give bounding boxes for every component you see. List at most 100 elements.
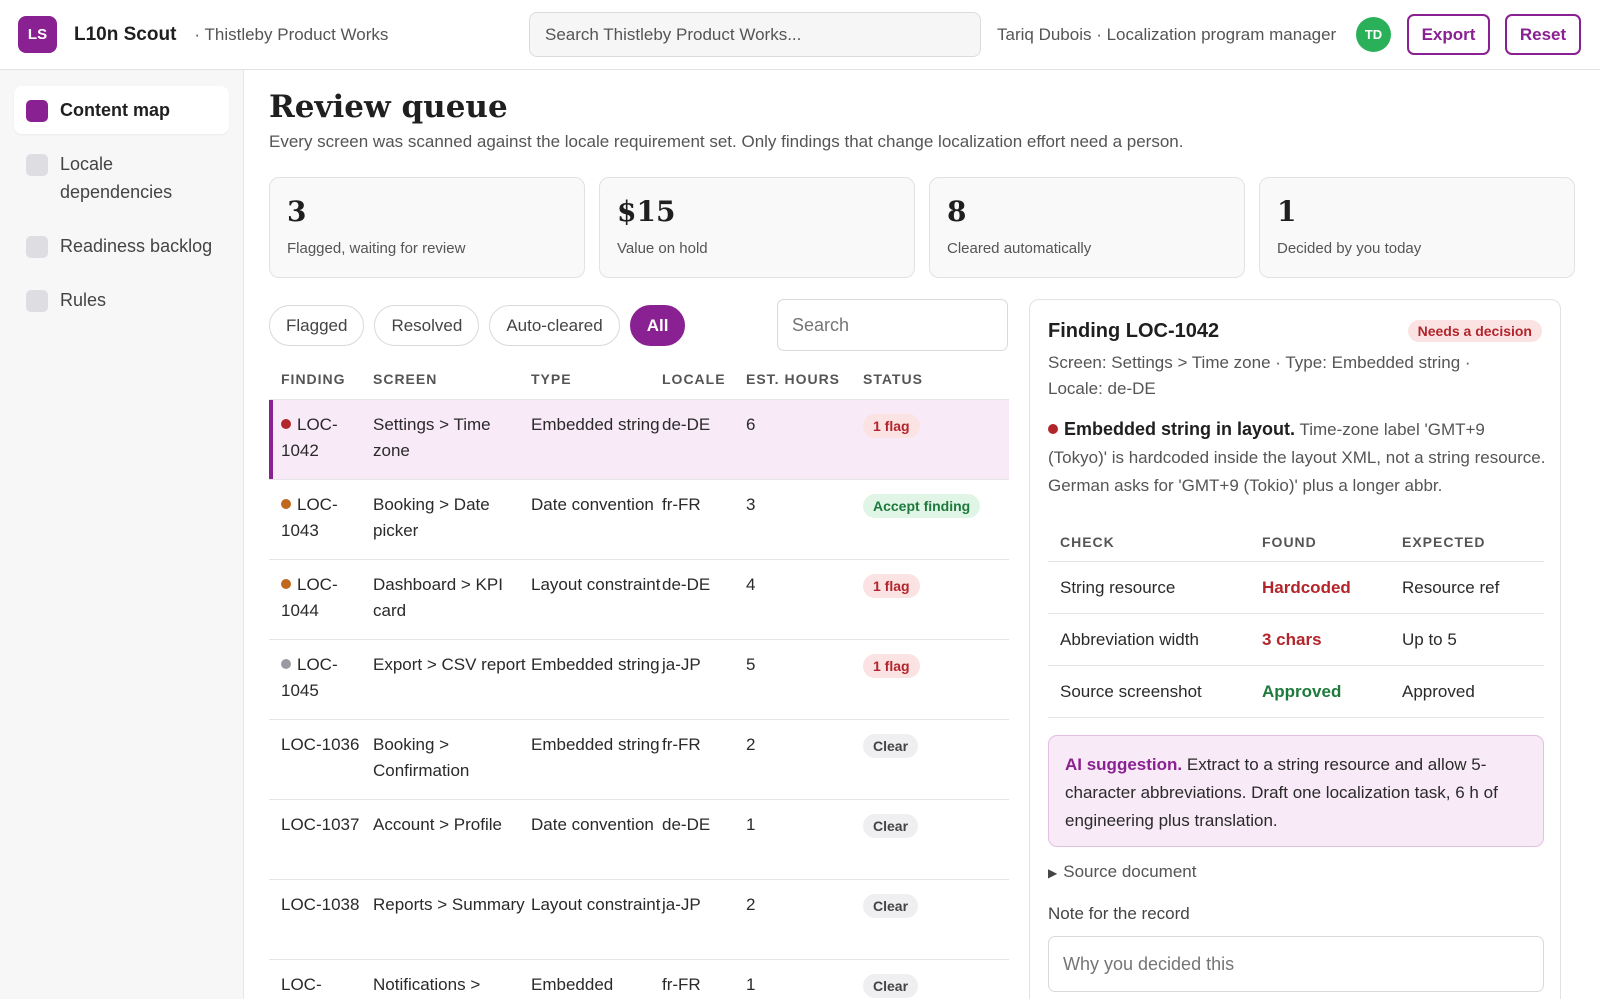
header-est-hours[interactable]: EST. HOURS: [746, 371, 863, 387]
disclosure-triangle-icon: ▶: [1048, 866, 1058, 880]
table-body: LOC-1042 Settings > Time zone Embedded str…: [269, 400, 1009, 999]
check-row: Source screenshot Approved Approved: [1048, 666, 1544, 718]
sidebar-item-label: Readiness backlog: [60, 236, 213, 256]
page-subtitle: Every screen was scanned against the loc…: [269, 132, 1184, 151]
detail-title: Finding LOC-1042: [1048, 320, 1220, 342]
sidebar-item-label: Locale dependencies: [60, 154, 173, 202]
cell-locale: ja-JP: [662, 895, 701, 914]
sidebar-item-content-map[interactable]: Content map: [14, 86, 229, 134]
table-row[interactable]: LOC-1036 Booking > Confirmation Embedded s…: [269, 720, 1009, 800]
global-search-input[interactable]: [529, 12, 981, 57]
table-search-input[interactable]: [777, 299, 1008, 351]
status-badge: Clear: [863, 894, 919, 918]
table-row[interactable]: LOC-1044 Dashboard > KPI card Layout const…: [269, 560, 1009, 640]
table-row[interactable]: LOC- Notifications > Embedded fr-FR 1 Clear: [269, 960, 1009, 999]
table-row[interactable]: LOC-1037 Account > Profile Date convention…: [269, 800, 1009, 880]
cell-est-hours: 2: [746, 735, 756, 754]
table-row[interactable]: LOC-1045 Export > CSV report Embedded stri…: [269, 640, 1009, 720]
cell-est-hours: 5: [746, 655, 756, 674]
cell-type: Embedded string: [531, 655, 660, 674]
avatar[interactable]: TD: [1356, 17, 1391, 52]
status-badge: Accept finding: [863, 494, 981, 518]
cell-finding: LOC-1045: [269, 640, 373, 719]
header-status[interactable]: STATUS: [863, 371, 1009, 387]
cell-screen: Booking > Confirmation: [373, 735, 470, 780]
note-label: Note for the record: [1048, 904, 1190, 923]
header-screen[interactable]: SCREEN: [373, 371, 531, 387]
finding-id: LOC-: [281, 975, 322, 994]
note-input[interactable]: [1048, 936, 1544, 992]
sidebar-item-label: Rules: [60, 290, 107, 310]
stat-label: Flagged, waiting for review: [287, 240, 466, 257]
header-type[interactable]: TYPE: [531, 371, 662, 387]
stat-card-cleared: 8 Cleared automatically: [929, 177, 1245, 278]
cell-type: Embedded: [531, 975, 614, 994]
source-document-toggle[interactable]: ▶ Source document: [1048, 862, 1196, 882]
header-expected: EXPECTED: [1402, 533, 1486, 550]
cell-est-hours: 6: [746, 415, 756, 434]
cell-locale: de-DE: [662, 575, 711, 594]
stat-value: 3: [287, 195, 307, 228]
status-badge: Clear: [863, 814, 919, 838]
stat-label: Value on hold: [617, 240, 708, 257]
sidebar-item-label: Content map: [60, 100, 170, 120]
cell-est-hours: 3: [746, 495, 756, 514]
rules-icon: [26, 290, 48, 312]
finding-id: LOC-1038: [281, 895, 360, 914]
cell-type: Date convention: [531, 495, 654, 514]
table-row[interactable]: LOC-1043 Booking > Date picker Date conven…: [269, 480, 1009, 560]
cell-type: Embedded string: [531, 415, 660, 434]
cell-locale: fr-FR: [662, 975, 701, 994]
export-button[interactable]: Export: [1407, 14, 1490, 55]
user-info: Tariq Dubois · Localization program mana…: [997, 25, 1337, 44]
cell-locale: fr-FR: [662, 495, 701, 514]
cell-screen: Dashboard > KPI card: [373, 575, 503, 620]
filter-flagged[interactable]: Flagged: [269, 305, 365, 346]
severity-dot-icon: [281, 659, 291, 669]
detail-meta: Screen: Settings > Time zone · Type: Emb…: [1048, 353, 1471, 398]
source-document-label: Source document: [1063, 862, 1197, 881]
cell-locale: de-DE: [662, 815, 711, 834]
cell-type: Layout constraint: [531, 575, 661, 594]
sidebar: Content map Locale dependencies Readines…: [0, 70, 244, 999]
cell-finding: LOC-1038: [269, 880, 373, 959]
sidebar-item-readiness-backlog[interactable]: Readiness backlog: [14, 222, 229, 270]
cell-status: Clear: [863, 880, 1009, 959]
status-badge: Clear: [863, 734, 919, 758]
filter-auto-cleared[interactable]: Auto-cleared: [489, 305, 620, 346]
filter-all[interactable]: All: [629, 305, 686, 346]
page-title: Review queue: [269, 89, 508, 125]
header-finding[interactable]: FINDING: [269, 371, 373, 387]
check-expected: Resource ref: [1402, 577, 1500, 597]
status-badge: 1 flag: [863, 654, 920, 678]
content-map-icon: [26, 100, 48, 122]
cell-locale: ja-JP: [662, 655, 701, 674]
severity-dot-icon: [1048, 424, 1058, 434]
filter-chips: Flagged Resolved Auto-cleared All: [269, 305, 686, 346]
cell-screen: Notifications >: [373, 975, 481, 994]
table-row[interactable]: LOC-1042 Settings > Time zone Embedded str…: [269, 400, 1009, 480]
cell-screen: Settings > Time zone: [373, 415, 491, 460]
cell-est-hours: 1: [746, 815, 756, 834]
app-logo[interactable]: LS: [18, 16, 57, 53]
sidebar-item-locale-dependencies[interactable]: Locale dependencies: [14, 140, 229, 216]
stat-card-value-on-hold: $15 Value on hold: [599, 177, 915, 278]
reset-button[interactable]: Reset: [1505, 14, 1581, 55]
cell-est-hours: 1: [746, 975, 756, 994]
stat-card-flagged: 3 Flagged, waiting for review: [269, 177, 585, 278]
finding-detail-panel: Finding LOC-1042 Needs a decision Screen…: [1029, 299, 1561, 999]
cell-finding: LOC-1044: [269, 560, 373, 639]
cell-locale: fr-FR: [662, 735, 701, 754]
cell-type: Layout constraint: [531, 895, 661, 914]
check-name: Abbreviation width: [1060, 629, 1199, 649]
cell-screen: Booking > Date picker: [373, 495, 490, 540]
header-locale[interactable]: LOCALE: [662, 371, 746, 387]
status-badge: 1 flag: [863, 414, 920, 438]
table-row[interactable]: LOC-1038 Reports > Summary Layout constrai…: [269, 880, 1009, 960]
filter-resolved[interactable]: Resolved: [374, 305, 480, 346]
cell-screen: Account > Profile: [373, 815, 502, 834]
sidebar-item-rules[interactable]: Rules: [14, 276, 229, 324]
cell-finding: LOC-1037: [269, 800, 373, 879]
status-badge: Clear: [863, 974, 919, 998]
stat-value: 1: [1277, 195, 1297, 228]
